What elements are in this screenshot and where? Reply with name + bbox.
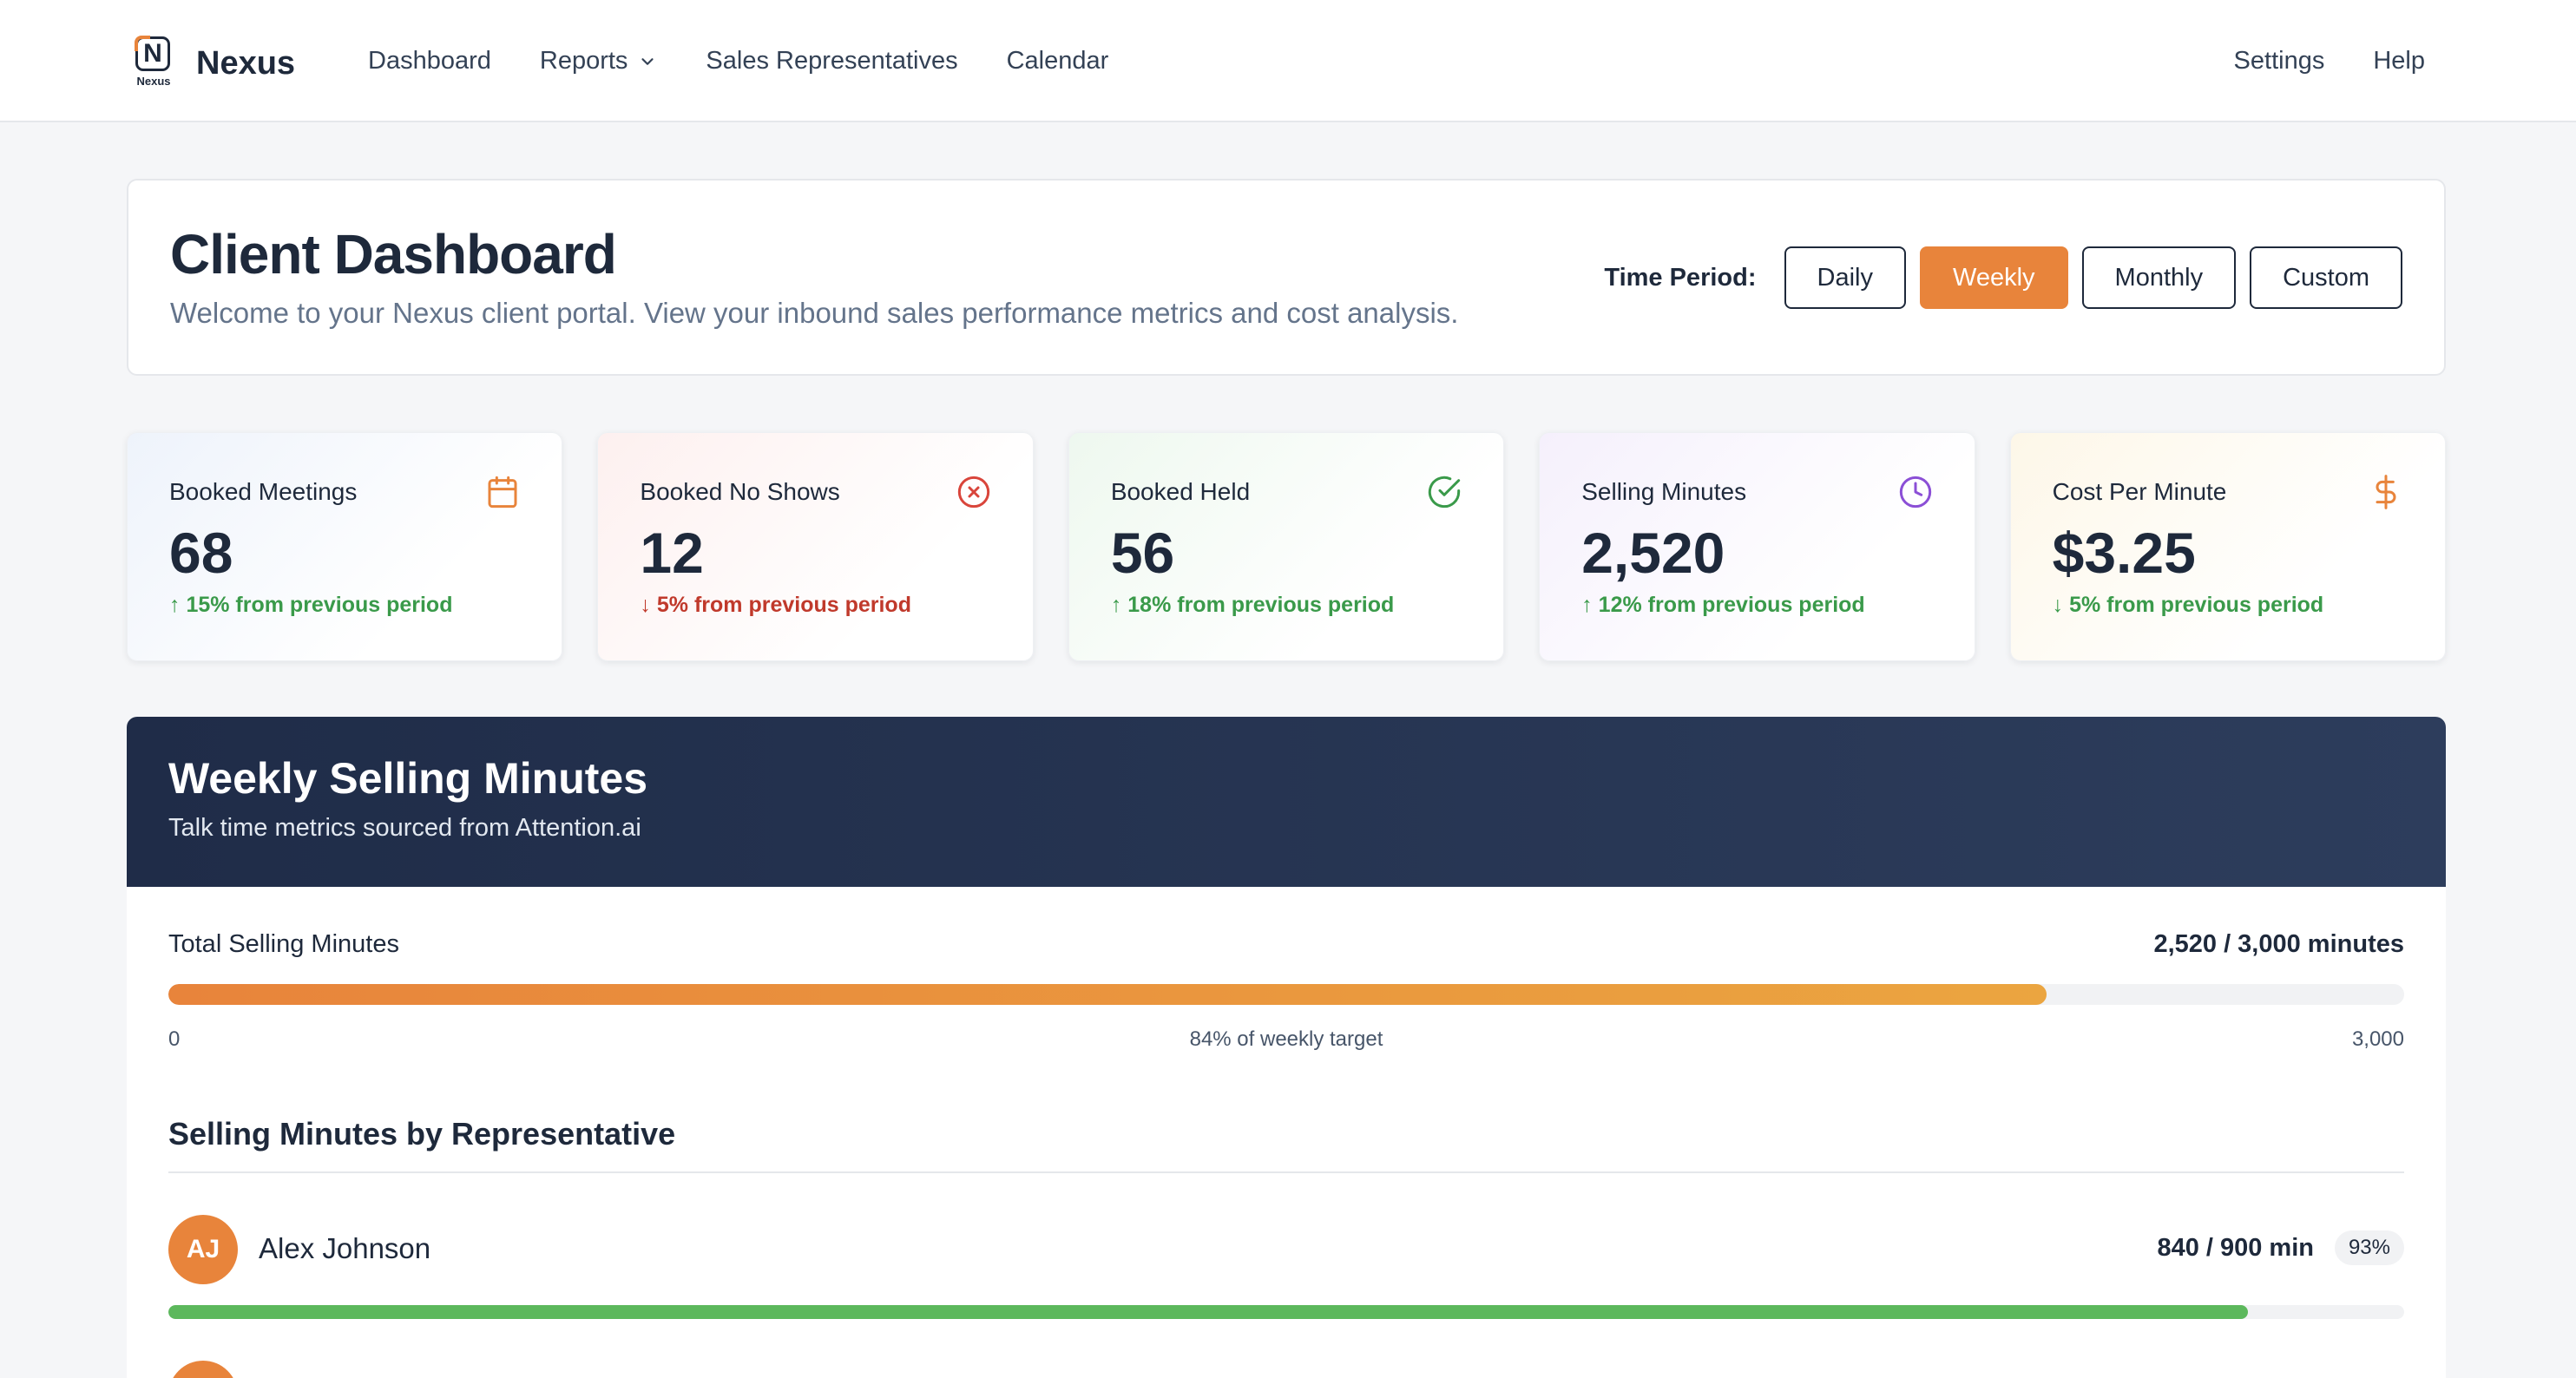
stat-change-text: 5% from previous period — [2069, 593, 2324, 617]
stat-value: 68 — [169, 521, 233, 585]
stat-cards: Booked Meetings 68 ↑ 15% from previous p… — [127, 432, 2447, 661]
rep-row[interactable]: AJ Alex Johnson 840 / 900 min 93% — [168, 1215, 2404, 1345]
nav-calendar[interactable]: Calendar — [1007, 47, 1109, 75]
stat-card-booked-held: Booked Held 56 ↑ 18% from previous perio… — [1068, 432, 1505, 661]
stat-change: ↑ 15% from previous period — [169, 593, 453, 617]
clock-icon — [1899, 476, 1931, 509]
stat-value: 12 — [640, 521, 704, 585]
avatar: AJ — [168, 1215, 238, 1284]
stat-card-booked-meetings: Booked Meetings 68 ↑ 15% from previous p… — [127, 432, 563, 661]
reps-section-title: Selling Minutes by Representative — [168, 1116, 676, 1152]
chevron-down-icon — [641, 57, 654, 65]
rep-progress-bar — [168, 1305, 2404, 1319]
logo-letter: N — [135, 36, 170, 71]
main-nav: Dashboard Reports Sales Representatives … — [368, 47, 1157, 75]
stat-change: ↑ 12% from previous period — [1581, 593, 1865, 617]
rep-percent-badge: 93% — [2334, 1230, 2404, 1265]
stat-change-text: 18% from previous period — [1127, 593, 1395, 617]
stat-label: Booked No Shows — [640, 478, 840, 505]
rep-name: Alex Johnson — [259, 1232, 431, 1264]
brand-name: Nexus — [196, 44, 296, 82]
panel-title: Weekly Selling Minutes — [168, 754, 648, 803]
calendar-icon — [488, 476, 517, 509]
nav-sales-representatives[interactable]: Sales Representatives — [706, 47, 957, 75]
stat-change-text: 12% from previous period — [1598, 593, 1865, 617]
rep-minutes: 840 / 900 min — [2157, 1234, 2314, 1262]
period-weekly-button[interactable]: Weekly — [1919, 246, 2068, 309]
weekly-selling-minutes-panel: Weekly Selling Minutes Talk time metrics… — [127, 717, 2446, 1378]
panel-header: Weekly Selling Minutes Talk time metrics… — [127, 717, 2446, 887]
period-monthly-button[interactable]: Monthly — [2081, 246, 2237, 309]
period-custom-button[interactable]: Custom — [2250, 246, 2402, 309]
time-period-selector: Time Period: Daily Weekly Monthly Custom — [1604, 246, 2402, 309]
rep-progress-fill — [168, 1305, 2248, 1319]
rep-row[interactable] — [168, 1361, 2404, 1378]
stat-label: Cost Per Minute — [2052, 478, 2227, 505]
stat-card-selling-minutes: Selling Minutes 2,520 ↑ 12% from previou… — [1539, 432, 1975, 661]
nav-reports-dropdown[interactable]: Reports — [540, 47, 658, 75]
page-subtitle: Welcome to your Nexus client portal. Vie… — [170, 297, 1459, 329]
page-title: Client Dashboard — [170, 223, 617, 285]
stat-change-text: 15% from previous period — [186, 593, 453, 617]
stat-change: ↑ 18% from previous period — [1110, 593, 1395, 617]
total-minutes-progress-fill — [168, 984, 2047, 1005]
stat-card-booked-no-shows: Booked No Shows 12 ↓ 5% from previous pe… — [597, 432, 1034, 661]
nav-dashboard[interactable]: Dashboard — [368, 47, 491, 75]
stat-label: Booked Meetings — [169, 478, 358, 505]
progress-target-label: 84% of weekly target — [1189, 1027, 1383, 1051]
avatar — [168, 1361, 238, 1378]
brand[interactable]: N Nexus Nexus — [132, 36, 295, 90]
time-period-label: Time Period: — [1604, 263, 1757, 292]
stat-change: ↓ 5% from previous period — [640, 593, 911, 617]
dollar-icon — [2376, 475, 2396, 509]
progress-max-label: 3,000 — [2351, 1027, 2404, 1051]
total-minutes-label: Total Selling Minutes — [168, 930, 399, 958]
nav-help[interactable]: Help — [2373, 47, 2425, 75]
total-minutes-value: 2,520 / 3,000 minutes — [2153, 930, 2404, 958]
secondary-nav: Settings Help — [2185, 47, 2425, 75]
logo-caption: Nexus — [136, 75, 171, 88]
stat-change-text: 5% from previous period — [656, 593, 911, 617]
total-minutes-progress-bar — [168, 984, 2404, 1005]
period-daily-button[interactable]: Daily — [1784, 246, 1906, 309]
x-circle-icon — [957, 476, 989, 509]
stat-value: 56 — [1110, 521, 1175, 585]
nexus-logo-icon: N Nexus — [132, 36, 175, 90]
stat-label: Booked Held — [1110, 478, 1251, 505]
panel-subtitle: Talk time metrics sourced from Attention… — [168, 814, 641, 842]
stat-change: ↓ 5% from previous period — [2052, 593, 2324, 617]
stat-card-cost-per-minute: Cost Per Minute $3.25 ↓ 5% from previous… — [2009, 432, 2447, 661]
nav-reports-label: Reports — [539, 47, 628, 75]
stat-label: Selling Minutes — [1581, 478, 1747, 505]
check-circle-icon — [1429, 476, 1461, 509]
stat-value: $3.25 — [2052, 521, 2196, 585]
stat-value: 2,520 — [1581, 521, 1725, 585]
dashboard-header-card: Client Dashboard Welcome to your Nexus c… — [127, 179, 2446, 376]
nav-settings[interactable]: Settings — [2234, 47, 2325, 75]
top-navbar: N Nexus Nexus Dashboard Reports Sales Re… — [0, 0, 2576, 122]
divider — [168, 1171, 2404, 1173]
